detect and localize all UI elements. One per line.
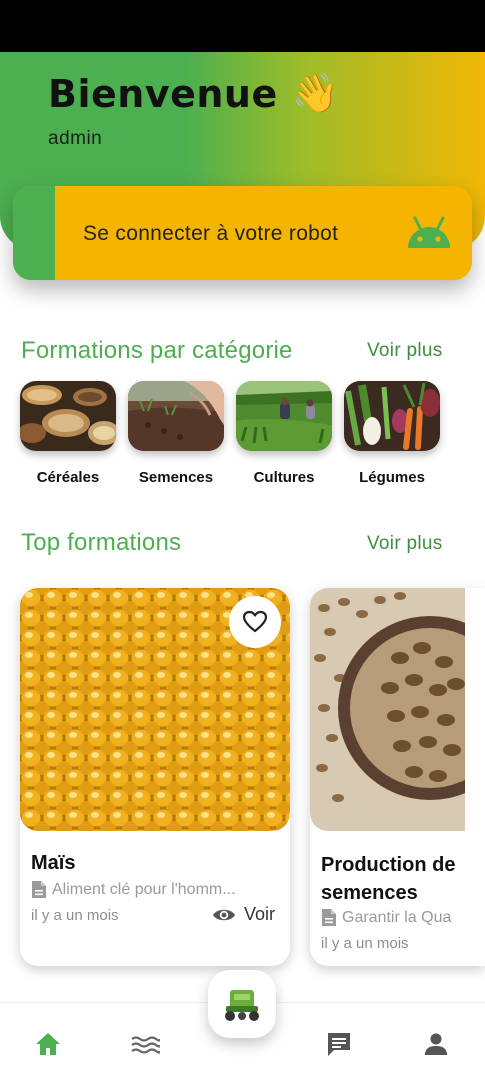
nav-waves[interactable] [128,1029,162,1059]
title-row: Bienvenue 👋 [48,72,339,116]
status-bar [0,0,485,52]
username: admin [48,128,103,149]
robot-card-accent [13,186,55,280]
view-button[interactable]: Voir [212,904,275,925]
document-icon [322,909,336,926]
android-icon [408,216,450,248]
category-label: Semences [138,469,214,486]
course-card-mais[interactable]: Maïs Aliment clé pour l'homm... il y a u… [20,588,290,966]
person-icon [425,1033,447,1055]
top-see-more-link[interactable]: Voir plus [367,533,443,555]
connect-robot-label: Se connecter à votre robot [83,222,339,245]
document-icon [32,881,46,898]
category-legumes[interactable]: Légumes [344,381,440,486]
course-date: il y a un mois [31,907,119,924]
category-legumes-image [344,381,440,451]
top-section-title: Top formations [21,529,182,556]
categories-section-title: Formations par catégorie [21,337,293,364]
course-date: il y a un mois [321,935,409,952]
course-title: Maïs [31,852,76,874]
category-cultures-image [236,381,332,451]
course-description-text: Garantir la Qua [342,908,452,926]
view-label: Voir [244,904,276,924]
category-label: Légumes [359,469,425,486]
course-description-text: Aliment clé pour l'homm... [52,880,236,898]
category-semences[interactable]: Semences [128,381,224,486]
course-card-semences[interactable]: Production de semences Garantir la Qua i… [310,588,485,966]
chat-icon [328,1033,350,1056]
category-cereales-image [20,381,116,451]
nav-home[interactable] [31,1029,65,1059]
course-description: Aliment clé pour l'homm... [31,880,236,899]
categories-see-more-link[interactable]: Voir plus [367,340,443,362]
robot-icon [225,990,259,1021]
nav-profile[interactable] [419,1029,453,1059]
category-cereales[interactable]: Céréales [20,381,116,486]
connect-robot-button[interactable]: Se connecter à votre robot [13,186,472,280]
eye-icon [213,909,235,920]
waving-hand-icon: 👋 [291,73,340,115]
waves-icon [131,1036,160,1054]
category-label: Cultures [253,469,315,486]
robot-fab-button[interactable] [208,970,276,1038]
page-title: Bienvenue [48,72,278,116]
category-semences-image [128,381,224,451]
category-cultures[interactable]: Cultures [236,381,332,486]
category-label: Céréales [36,469,100,486]
course-title: Production de semences [321,854,456,904]
heart-icon [242,610,268,633]
nav-chat[interactable] [322,1029,356,1059]
home-icon [36,1033,60,1055]
favorite-button[interactable] [229,596,281,648]
semences-image [310,588,465,831]
course-description: Garantir la Qua [321,908,451,927]
